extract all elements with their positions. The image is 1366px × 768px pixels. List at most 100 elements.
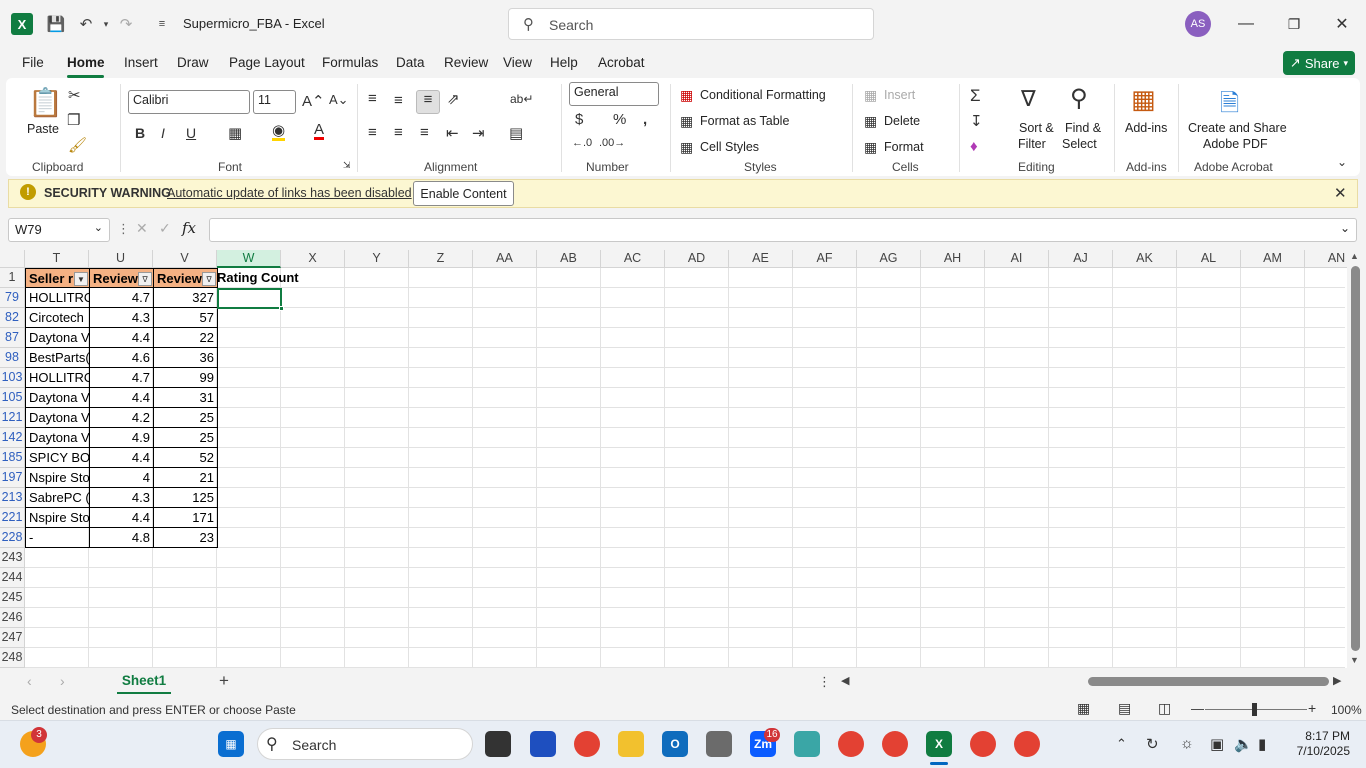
underline-icon[interactable]: U xyxy=(186,125,196,141)
cell-count[interactable]: 36 xyxy=(153,348,218,368)
share-button[interactable]: ↗ Share ▾ xyxy=(1283,51,1355,75)
cell-seller[interactable]: Nspire Sto xyxy=(25,508,90,528)
cell-styles-button[interactable]: Cell Styles xyxy=(700,140,759,154)
insert-function-icon[interactable]: fx xyxy=(182,219,196,237)
row-header[interactable]: 185 xyxy=(0,448,25,468)
row-header[interactable]: 228 xyxy=(0,528,25,548)
wrap-text-icon[interactable]: ab↵ xyxy=(510,92,533,106)
filter-label[interactable]: Filter xyxy=(1018,137,1046,151)
cell-rating[interactable]: 4.3 xyxy=(89,308,154,328)
cell-rating[interactable]: 4.7 xyxy=(89,288,154,308)
cell-count[interactable]: 57 xyxy=(153,308,218,328)
paste-button[interactable]: Paste xyxy=(27,122,59,136)
volume-icon[interactable]: 🔈 xyxy=(1234,735,1253,753)
taskbar-search-input[interactable]: ⚲ Search xyxy=(257,728,473,760)
calculator-icon[interactable] xyxy=(706,731,732,757)
number-format-select[interactable]: General xyxy=(569,82,659,106)
redo-icon[interactable]: ↷ xyxy=(114,12,138,36)
sheet-tab-sheet1[interactable]: Sheet1 xyxy=(117,668,171,694)
cell-count[interactable]: 23 xyxy=(153,528,218,548)
format-as-table-button[interactable]: Format as Table xyxy=(700,114,789,128)
scroll-right-icon[interactable]: ▶ xyxy=(1333,674,1341,687)
cell-rating[interactable]: 4.7 xyxy=(89,368,154,388)
zoom-out-icon[interactable]: — xyxy=(1191,701,1204,716)
orientation-icon[interactable]: ⇗ xyxy=(447,90,460,108)
format-cells-button[interactable]: Format xyxy=(884,140,924,154)
page-break-view-icon[interactable]: ◫ xyxy=(1158,700,1171,717)
collapse-ribbon-icon[interactable]: ⌄ xyxy=(1337,155,1347,169)
comma-style-icon[interactable]: , xyxy=(643,111,647,128)
cell-count[interactable]: 171 xyxy=(153,508,218,528)
cell-rating[interactable]: 4.4 xyxy=(89,448,154,468)
row-header[interactable]: 243 xyxy=(0,548,25,568)
decrease-font-icon[interactable]: A⌄ xyxy=(329,92,349,108)
row-header[interactable]: 247 xyxy=(0,628,25,648)
cell-seller[interactable]: Daytona V xyxy=(25,328,90,348)
align-right-icon[interactable]: ≡ xyxy=(420,124,429,141)
column-header[interactable]: AG xyxy=(857,250,921,268)
display-icon[interactable]: ▣ xyxy=(1210,735,1224,753)
cell-seller[interactable]: SPICY BON xyxy=(25,448,90,468)
insert-cells-button[interactable]: Insert xyxy=(884,88,915,102)
column-header[interactable]: AC xyxy=(601,250,665,268)
tab-help[interactable]: Help xyxy=(550,55,578,70)
row-header[interactable]: 246 xyxy=(0,608,25,628)
column-header[interactable]: X xyxy=(281,250,345,268)
row-header[interactable]: 142 xyxy=(0,428,25,448)
column-header[interactable]: U xyxy=(89,250,153,268)
row-header[interactable]: 245 xyxy=(0,588,25,608)
close-icon[interactable]: ✕ xyxy=(1327,12,1357,36)
chrome-profile-icon[interactable] xyxy=(970,731,996,757)
create-share-pdf-line2[interactable]: Adobe PDF xyxy=(1203,137,1268,151)
row-header[interactable]: 248 xyxy=(0,648,25,668)
formula-input[interactable] xyxy=(209,218,1357,242)
column-header[interactable]: AH xyxy=(921,250,985,268)
cell-seller[interactable]: HOLLITRO xyxy=(25,288,90,308)
header-cell-rating-count[interactable]: Rating Count xyxy=(214,268,314,288)
tab-view[interactable]: View xyxy=(503,55,532,70)
column-header[interactable]: AF xyxy=(793,250,857,268)
format-painter-icon[interactable]: 🖌 xyxy=(68,136,87,154)
page-layout-view-icon[interactable]: ▤ xyxy=(1118,700,1131,717)
scroll-up-icon[interactable]: ▲ xyxy=(1350,251,1359,261)
cell-rating[interactable]: 4.9 xyxy=(89,428,154,448)
paste-icon[interactable]: 📋 xyxy=(28,86,63,119)
zoom-level[interactable]: 100% xyxy=(1331,703,1362,717)
prev-sheet-icon[interactable]: ‹ xyxy=(27,673,32,689)
chrome-icon[interactable] xyxy=(574,731,600,757)
clear-icon[interactable]: ♦ xyxy=(970,138,978,155)
scroll-left-icon[interactable]: ◀ xyxy=(841,674,849,687)
normal-view-icon[interactable]: ▦ xyxy=(1077,700,1090,717)
tab-file[interactable]: File xyxy=(22,55,44,70)
filter-applied-icon[interactable]: ∇ xyxy=(138,272,152,286)
filter-dropdown-icon[interactable]: ▼ xyxy=(74,272,88,286)
close-warning-icon[interactable]: ✕ xyxy=(1334,184,1347,202)
column-header[interactable]: AB xyxy=(537,250,601,268)
column-header[interactable]: Y xyxy=(345,250,409,268)
battery-icon[interactable]: ▮ xyxy=(1258,735,1266,753)
fill-color-icon[interactable]: ◉ xyxy=(272,123,286,141)
column-header[interactable]: W xyxy=(217,250,281,268)
network-icon[interactable]: ☼ xyxy=(1180,735,1194,752)
copy-icon[interactable]: ❐ xyxy=(67,111,80,129)
more-icon[interactable]: ⋮ xyxy=(818,674,831,690)
row-header[interactable]: 79 xyxy=(0,288,25,308)
cell-seller[interactable]: - xyxy=(25,528,90,548)
cell-seller[interactable]: Daytona V xyxy=(25,428,90,448)
windows-start-icon[interactable]: ▦ xyxy=(218,731,244,757)
column-header[interactable]: AM xyxy=(1241,250,1305,268)
next-sheet-icon[interactable]: › xyxy=(60,673,65,689)
decrease-decimal-icon[interactable]: .00→ xyxy=(599,137,625,149)
cell-rating[interactable]: 4.3 xyxy=(89,488,154,508)
cell-rating[interactable]: 4.4 xyxy=(89,328,154,348)
chevron-up-icon[interactable]: ⌃ xyxy=(1116,736,1127,752)
app-icon[interactable] xyxy=(794,731,820,757)
row-header[interactable]: 103 xyxy=(0,368,25,388)
merge-center-icon[interactable]: ▤ xyxy=(509,124,523,142)
font-name-select[interactable]: Calibri xyxy=(128,90,250,114)
tab-formulas[interactable]: Formulas xyxy=(322,55,378,70)
worksheet-grid[interactable]: T U V W X Y Z AA AB AC AD AE AF AG AH AI AJ AK AL AM AN 1 79 8… xyxy=(0,250,1366,668)
row-header[interactable]: 213 xyxy=(0,488,25,508)
cut-icon[interactable]: ✂ xyxy=(68,86,81,104)
align-left-icon[interactable]: ≡ xyxy=(368,124,377,141)
